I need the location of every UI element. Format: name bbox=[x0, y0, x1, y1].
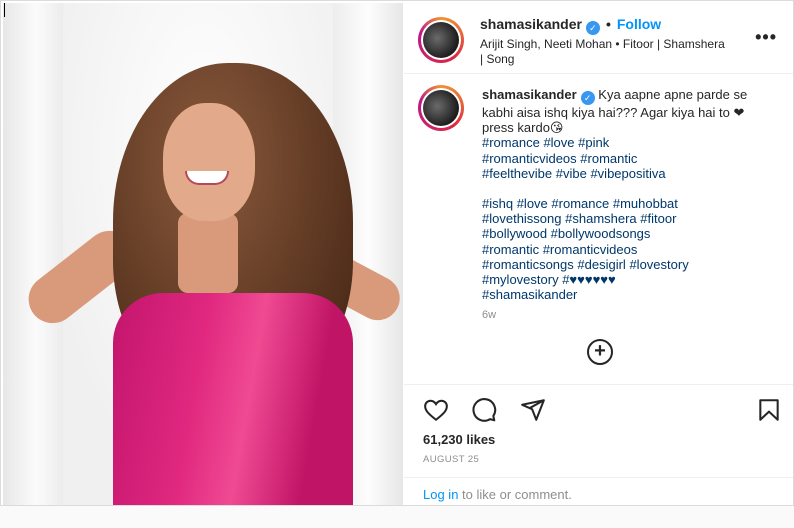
hashtag[interactable]: #fitoor bbox=[640, 211, 676, 226]
hashtag[interactable]: #shamasikander bbox=[482, 287, 577, 302]
login-link[interactable]: Log in bbox=[423, 487, 458, 502]
hashtag[interactable]: #love bbox=[543, 135, 574, 150]
hashtag[interactable]: #romantic bbox=[482, 242, 539, 257]
heart-emoji: ❤ bbox=[733, 105, 745, 120]
hashtag[interactable]: #vibe bbox=[556, 166, 587, 181]
hashtag[interactable]: #love bbox=[517, 196, 548, 211]
share-icon[interactable] bbox=[520, 397, 546, 423]
hashtag[interactable]: #romanticvideos bbox=[482, 151, 577, 166]
hashtag[interactable]: #desigirl bbox=[577, 257, 625, 272]
avatar-image bbox=[423, 22, 459, 58]
hashtag[interactable]: #lovethissong bbox=[482, 211, 562, 226]
action-bar bbox=[404, 389, 793, 429]
text-cursor bbox=[4, 3, 5, 17]
username-link[interactable]: shamasikander bbox=[480, 16, 582, 32]
bookmark-icon[interactable] bbox=[756, 397, 782, 423]
caption-username[interactable]: shamasikander bbox=[482, 87, 577, 102]
curtain-left bbox=[3, 3, 63, 505]
hashtag[interactable]: #romanticsongs bbox=[482, 257, 574, 272]
caption-avatar[interactable] bbox=[418, 85, 464, 131]
hashtag[interactable]: #romance bbox=[482, 135, 540, 150]
hashtag[interactable]: #mylovestory bbox=[482, 272, 559, 287]
comments-panel: shamasikander ✓ Kya aapne apne parde se k… bbox=[404, 75, 793, 385]
login-prompt: Log in to like or comment. bbox=[404, 477, 793, 507]
kiss-emoji: 😘 bbox=[549, 120, 564, 136]
figure-face bbox=[163, 103, 255, 221]
hashtag[interactable]: #muhobbat bbox=[613, 196, 678, 211]
verified-icon: ✓ bbox=[580, 91, 595, 105]
follow-button[interactable]: Follow bbox=[617, 16, 661, 32]
caption-avatar-image bbox=[423, 90, 459, 126]
hashtag[interactable]: #pink bbox=[578, 135, 609, 150]
figure-dress bbox=[113, 293, 353, 505]
comment-icon[interactable] bbox=[471, 397, 497, 423]
hashtag[interactable]: #bollywoodsongs bbox=[551, 226, 651, 241]
verified-icon: ✓ bbox=[585, 21, 600, 35]
add-circle-icon[interactable]: + bbox=[587, 339, 613, 365]
post-age[interactable]: 6w bbox=[482, 309, 496, 321]
header-line: shamasikander ✓ • Follow bbox=[480, 16, 661, 35]
likes-count[interactable]: 61,230 likes bbox=[423, 432, 495, 447]
hashtag[interactable]: #shamshera bbox=[565, 211, 637, 226]
hashtag[interactable]: #vibepositiva bbox=[590, 166, 665, 181]
more-icon[interactable]: ••• bbox=[755, 27, 777, 48]
post-frame: shamasikander ✓ • Follow Arijit Singh, Neet… bbox=[0, 0, 794, 506]
hashtag[interactable]: #romance bbox=[551, 196, 609, 211]
page-bottom bbox=[0, 506, 794, 528]
hashtag[interactable]: #lovestory bbox=[629, 257, 688, 272]
hashtag[interactable]: #ishq bbox=[482, 196, 513, 211]
hashtag[interactable]: #♥♥♥♥♥♥ bbox=[562, 272, 616, 287]
post-header: shamasikander ✓ • Follow Arijit Singh, Neet… bbox=[404, 3, 793, 74]
audio-link[interactable]: Arijit Singh, Neeti Mohan • Fitoor | Sha… bbox=[480, 37, 730, 67]
post-video[interactable] bbox=[3, 3, 403, 505]
heart-icon[interactable] bbox=[423, 397, 449, 423]
caption-text: shamasikander ✓ Kya aapne apne parde se k… bbox=[482, 87, 772, 302]
hashtag[interactable]: #feelthevibe bbox=[482, 166, 552, 181]
login-prompt-text: to like or comment. bbox=[462, 487, 572, 502]
figure-neck bbox=[178, 213, 238, 293]
avatar[interactable] bbox=[418, 17, 464, 63]
hashtag[interactable]: #romantic bbox=[580, 151, 637, 166]
hashtag[interactable]: #bollywood bbox=[482, 226, 547, 241]
post-date: AUGUST 25 bbox=[423, 454, 480, 465]
hashtag[interactable]: #romanticvideos bbox=[543, 242, 638, 257]
caption-body-2: press kardo bbox=[482, 120, 550, 136]
separator-dot: • bbox=[605, 16, 611, 32]
